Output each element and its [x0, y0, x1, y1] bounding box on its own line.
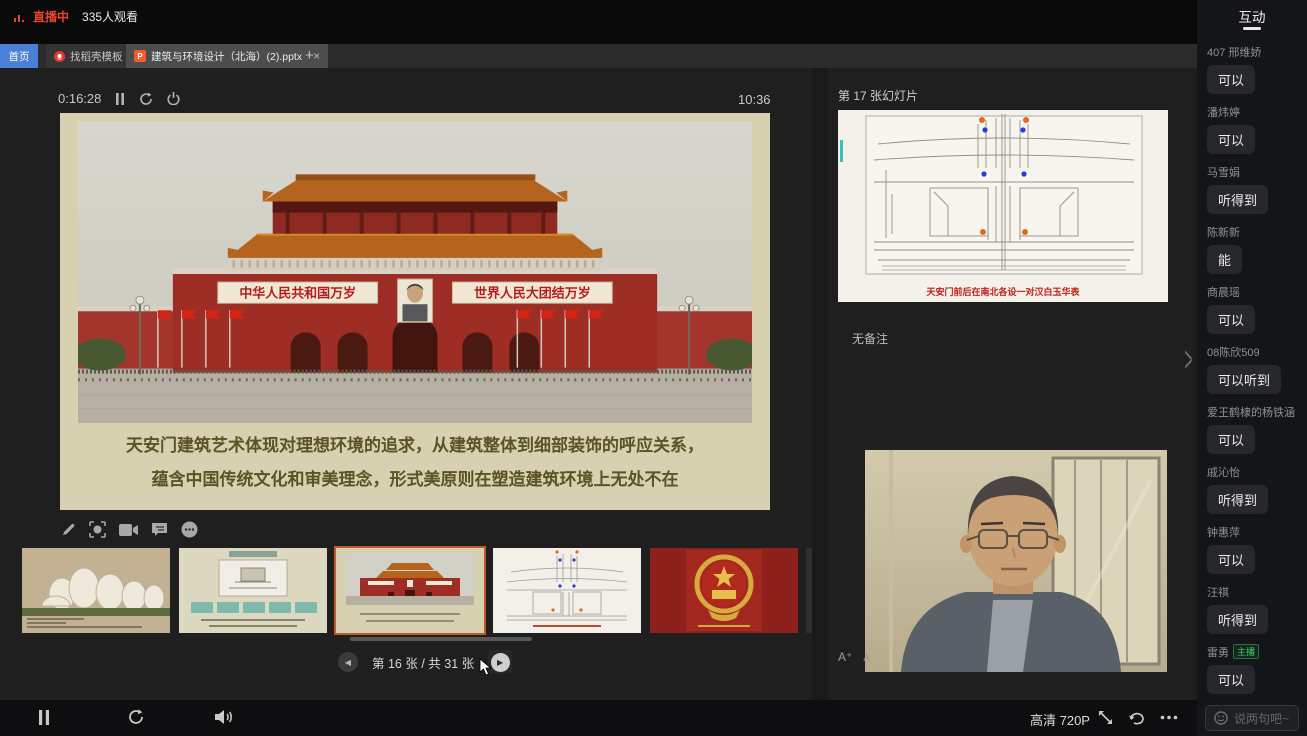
interaction-title-underline — [1243, 27, 1261, 30]
picture-flip-icon[interactable] — [1128, 709, 1145, 725]
end-presentation-icon[interactable] — [167, 92, 180, 105]
interaction-panel: 互动 407 邢维娇可以 潘炜婷可以 马雪娟听得到 陈新新能 商晨瑶可以 08陈… — [1197, 0, 1307, 736]
prev-slide-button[interactable]: ◀ — [338, 652, 358, 672]
new-tab-button[interactable]: + — [305, 47, 314, 64]
thumbnail-scrollbar[interactable] — [350, 637, 532, 641]
slide-thumbnail-drawing-slide[interactable] — [179, 548, 327, 633]
slide-caption-line1: 天安门建筑艺术体现对理想环境的追求，从建筑整体到细部装饰的呼应关系， — [70, 431, 760, 456]
tab-bar: 首页 找稻壳模板 P 建筑与环境设计（北海）(2).pptx × + — [0, 44, 1197, 68]
ppt-file-icon: P — [134, 50, 146, 62]
chat-message: 407 邢维娇可以 — [1207, 44, 1301, 94]
live-signal-icon — [13, 10, 26, 23]
tab-home-label: 首页 — [9, 49, 30, 64]
notes-font-increase-button[interactable]: A⁺ — [838, 650, 852, 664]
player-control-bar: 高清 720P — [0, 700, 1197, 736]
chat-message: 汪祺听得到 — [1207, 584, 1301, 634]
tiananmen-photo: 中华人民共和国万岁 世界人民大团结万岁 — [78, 121, 752, 423]
chat-message: 潘炜婷可以 — [1207, 104, 1301, 154]
tab-home[interactable]: 首页 — [0, 44, 38, 68]
chat-message: 爱王鹤棣的杨铁涵可以 — [1207, 404, 1301, 454]
live-status-label: 直播中 — [33, 8, 69, 25]
laser-focus-icon[interactable] — [89, 521, 106, 538]
more-options-icon[interactable] — [1160, 715, 1178, 720]
tab-close-icon[interactable]: × — [313, 49, 320, 63]
camera-icon[interactable] — [119, 523, 138, 537]
huabiao-elevation-drawing — [838, 110, 1168, 286]
mouse-cursor — [479, 658, 492, 676]
live-status-bar: 直播中 335人观看 — [0, 0, 1197, 44]
chat-message: 戚沁怡听得到 — [1207, 464, 1301, 514]
slide-thumbnail-national-emblem[interactable] — [650, 548, 798, 633]
pause-presentation-icon[interactable] — [115, 93, 125, 105]
chat-message: 钟惠萍可以 — [1207, 524, 1301, 574]
chat-input[interactable]: 说两句吧~ — [1205, 705, 1299, 731]
docer-icon — [54, 51, 65, 62]
clock: 10:36 — [738, 92, 771, 107]
refresh-stream-icon[interactable] — [128, 709, 144, 725]
speaker-notes: 无备注 — [852, 330, 888, 347]
slide-thumbnail-partial[interactable] — [806, 548, 812, 633]
pause-stream-icon[interactable] — [38, 710, 50, 725]
chat-message: 马雪娟听得到 — [1207, 164, 1301, 214]
chat-message: 08陈欣509可以听到 — [1207, 344, 1301, 394]
chat-message: 陈新新能 — [1207, 224, 1301, 274]
presenter-video-feed — [865, 450, 1167, 672]
chat-toggle-icon[interactable] — [151, 522, 168, 537]
more-tools-icon[interactable] — [181, 521, 198, 538]
chat-message-list[interactable]: 407 邢维娇可以 潘炜婷可以 马雪娟听得到 陈新新能 商晨瑶可以 08陈欣50… — [1207, 34, 1301, 696]
interaction-title: 互动 — [1197, 6, 1307, 26]
presenter-toolbar — [60, 521, 198, 538]
slide-thumbnail-elevation-drawing[interactable] — [493, 548, 641, 633]
current-slide: 中华人民共和国万岁 世界人民大团结万岁 — [60, 113, 770, 510]
viewer-count: 335人观看 — [82, 8, 138, 25]
emoji-icon[interactable] — [1214, 711, 1228, 725]
slide-thumbnail-tiananmen-current[interactable] — [336, 548, 484, 633]
quality-selector[interactable]: 高清 720P — [1030, 710, 1090, 729]
chat-input-placeholder: 说两句吧~ — [1234, 710, 1289, 727]
tab-docer-templates[interactable]: 找稻壳模板 — [46, 44, 131, 68]
app-root: 直播中 335人观看 首页 找稻壳模板 P 建筑与环境设计（北海）(2).ppt… — [0, 0, 1307, 736]
tab-docer-label: 找稻壳模板 — [70, 49, 123, 64]
preview-slide-caption: 天安门前后在南北各设一对汉白玉华表 — [838, 285, 1168, 298]
tab-document[interactable]: P 建筑与环境设计（北海）(2).pptx × — [126, 44, 328, 68]
elapsed-timer: 0:16:28 — [58, 91, 101, 106]
preview-annotation-mark — [840, 140, 843, 162]
collapse-chat-handle[interactable]: > — [1184, 340, 1192, 381]
next-slide-preview[interactable]: 天安门前后在南北各设一对汉白玉华表 — [838, 110, 1168, 302]
next-slide-arrow-icon: ▶ — [491, 653, 510, 672]
fullscreen-icon[interactable] — [1098, 710, 1113, 725]
next-slide-preview-title: 第 17 张幻灯片 — [838, 87, 918, 104]
svg-text:世界人民大团结万岁: 世界人民大团结万岁 — [474, 286, 591, 301]
slide-position-label: 第 16 张 / 共 31 张 — [372, 653, 474, 672]
pen-annotate-icon[interactable] — [60, 522, 76, 538]
restart-timer-icon[interactable] — [139, 92, 153, 106]
svg-text:P: P — [137, 52, 143, 61]
panel-divider — [812, 68, 828, 700]
svg-text:中华人民共和国万岁: 中华人民共和国万岁 — [239, 286, 356, 301]
notes-font-decrease-button[interactable]: A — [863, 653, 870, 664]
volume-icon[interactable] — [215, 709, 233, 725]
slide-thumbnail-domes[interactable] — [22, 548, 170, 633]
tab-document-label: 建筑与环境设计（北海）(2).pptx — [151, 49, 302, 64]
chat-message: 雷勇主播 可以 — [1207, 644, 1301, 694]
host-badge: 主播 — [1233, 644, 1259, 659]
chat-message: 商晨瑶可以 — [1207, 284, 1301, 334]
slide-caption-line2: 蕴含中国传统文化和审美理念，形式美原则在塑造建筑环境上无处不在 — [70, 465, 760, 490]
